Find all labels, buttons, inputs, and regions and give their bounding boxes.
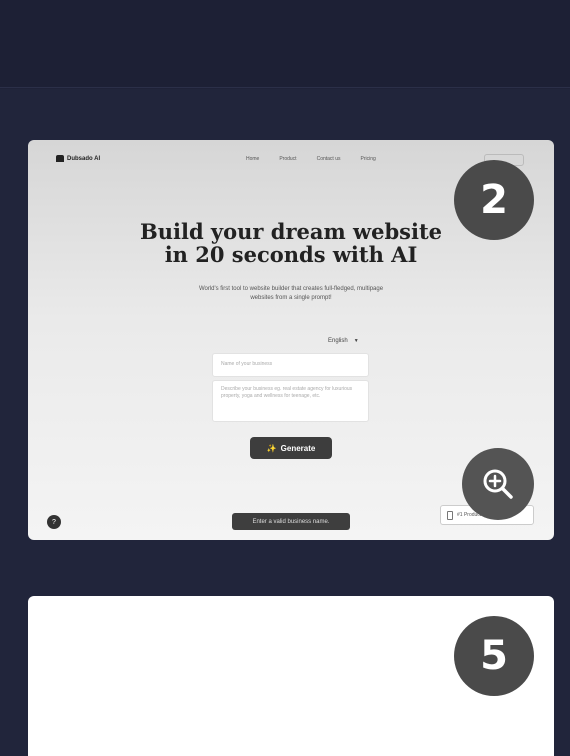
preview-card-2[interactable]: 5 bbox=[28, 596, 554, 756]
preview-generate-button: ✨ Generate bbox=[250, 437, 332, 459]
preview-logo-text: Dubsado AI bbox=[67, 155, 101, 162]
sparkle-icon: ✨ bbox=[266, 443, 277, 453]
card-number-badge: 2 bbox=[454, 160, 534, 240]
preview-site-nav: Dubsado AI Home Product Contact us Prici… bbox=[56, 154, 524, 168]
medal-icon bbox=[447, 510, 453, 520]
preview-generate-label: Generate bbox=[280, 443, 316, 453]
top-bar bbox=[0, 0, 570, 88]
preview-hero-line-2: in 20 seconds with AI bbox=[164, 242, 418, 267]
preview-language-value: English bbox=[328, 338, 348, 344]
card-number-badge: 5 bbox=[454, 616, 534, 696]
zoom-in-icon bbox=[483, 469, 513, 499]
preview-nav-links: Home Product Contact us Pricing bbox=[246, 156, 376, 162]
preview-nav-link: Contact us bbox=[316, 156, 341, 162]
preview-nav-link: Home bbox=[246, 156, 260, 162]
preview-business-name-field: Name of your business bbox=[212, 353, 369, 377]
zoom-button[interactable] bbox=[462, 448, 534, 520]
chevron-down-icon: ▼ bbox=[353, 338, 359, 344]
preview-business-description-field: Describe your business eg. real estate a… bbox=[212, 380, 369, 422]
preview-error-toast: Enter a valid business name. bbox=[232, 513, 350, 530]
preview-site-logo: Dubsado AI bbox=[56, 155, 100, 162]
preview-nav-link: Pricing bbox=[360, 156, 376, 162]
preview-help-button: ? bbox=[47, 515, 61, 529]
preview-nav-link: Product bbox=[279, 156, 297, 162]
preview-language-select: English ▼ bbox=[328, 338, 359, 344]
preview-hero-subtitle: World's first tool to website builder th… bbox=[198, 286, 384, 301]
logo-mark-icon bbox=[56, 155, 64, 162]
